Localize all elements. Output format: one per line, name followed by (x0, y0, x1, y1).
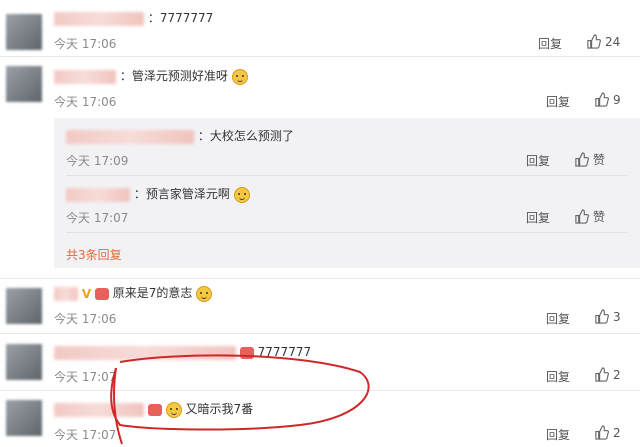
username[interactable] (66, 187, 130, 202)
like-count: 2 (613, 367, 621, 382)
badge-icon (94, 287, 109, 300)
username[interactable] (66, 129, 194, 144)
comment-text: 又暗示我7番 (185, 402, 254, 416)
timestamp: 今天 17:06 (54, 312, 117, 326)
comment-text: 7777777 (257, 345, 312, 359)
comment-line: ：7777777 (54, 10, 213, 26)
badge-icon (147, 403, 162, 416)
username[interactable] (54, 345, 236, 360)
reply-button[interactable]: 回复 (526, 152, 550, 169)
like-button[interactable]: 赞 (574, 151, 605, 168)
like-button[interactable]: 2 (594, 425, 621, 440)
comment-text: ：管泽元预测好准呀 (119, 69, 228, 83)
username[interactable] (54, 69, 116, 84)
thumb-up-icon (575, 152, 589, 167)
username[interactable] (54, 286, 78, 301)
reply-line: ：大校怎么预测了 (66, 128, 294, 144)
thumb-up-icon (595, 367, 609, 382)
smiley-emoji-icon (231, 68, 248, 85)
thumb-up-icon (587, 34, 601, 49)
like-label: 赞 (593, 153, 606, 167)
username[interactable] (54, 402, 144, 417)
expand-replies-link[interactable]: 共3条回复 (66, 246, 122, 263)
like-count: 2 (613, 425, 621, 440)
avatar[interactable] (6, 400, 42, 436)
vip-icon: V (81, 286, 92, 301)
thumb-up-icon (575, 209, 589, 224)
reply-button[interactable]: 回复 (538, 35, 562, 52)
divider (0, 278, 640, 279)
badge-icon (239, 346, 254, 359)
divider (0, 390, 640, 391)
avatar[interactable] (6, 288, 42, 324)
smiley-emoji-icon (196, 285, 213, 302)
like-button[interactable]: 24 (586, 34, 620, 49)
smiley-emoji-icon (233, 186, 250, 203)
like-button[interactable]: 2 (594, 367, 621, 382)
comment-text: 原来是7的意志 (112, 286, 193, 300)
timestamp: 今天 17:07 (54, 428, 117, 442)
reply-text: ：预言家管泽元啊 (133, 187, 230, 201)
timestamp: 今天 17:09 (66, 154, 129, 168)
reply-text: ：大校怎么预测了 (197, 129, 294, 143)
like-count: 3 (613, 309, 621, 324)
timestamp: 今天 17:07 (54, 370, 117, 384)
reply-button[interactable]: 回复 (546, 93, 570, 110)
reply-button[interactable]: 回复 (526, 209, 550, 226)
timestamp: 今天 17:06 (54, 95, 117, 109)
like-count: 24 (605, 34, 621, 49)
comment-text: ：7777777 (147, 11, 214, 25)
thumb-up-icon (595, 309, 609, 324)
comment-line: 7777777 (54, 344, 311, 360)
comment-line: 又暗示我7番 (54, 401, 253, 418)
reply-button[interactable]: 回复 (546, 310, 570, 327)
avatar[interactable] (6, 66, 42, 102)
like-button[interactable]: 赞 (574, 208, 605, 225)
like-label: 赞 (593, 210, 606, 224)
avatar[interactable] (6, 14, 42, 50)
timestamp: 今天 17:07 (66, 211, 129, 225)
username[interactable] (54, 11, 144, 26)
divider (66, 175, 628, 176)
like-count: 9 (613, 92, 621, 107)
smiley-emoji-icon (165, 401, 182, 418)
reply-button[interactable]: 回复 (546, 368, 570, 385)
comment-line: ：管泽元预测好准呀 (54, 68, 248, 85)
thumb-up-icon (595, 92, 609, 107)
divider (66, 232, 628, 233)
reply-button[interactable]: 回复 (546, 426, 570, 443)
thumb-up-icon (595, 425, 609, 440)
avatar[interactable] (6, 344, 42, 380)
timestamp: 今天 17:06 (54, 37, 117, 51)
divider (0, 56, 640, 57)
reply-line: ：预言家管泽元啊 (66, 186, 250, 203)
comment-line: V 原来是7的意志 (54, 285, 213, 302)
divider (0, 333, 640, 334)
like-button[interactable]: 9 (594, 92, 621, 107)
like-button[interactable]: 3 (594, 309, 621, 324)
